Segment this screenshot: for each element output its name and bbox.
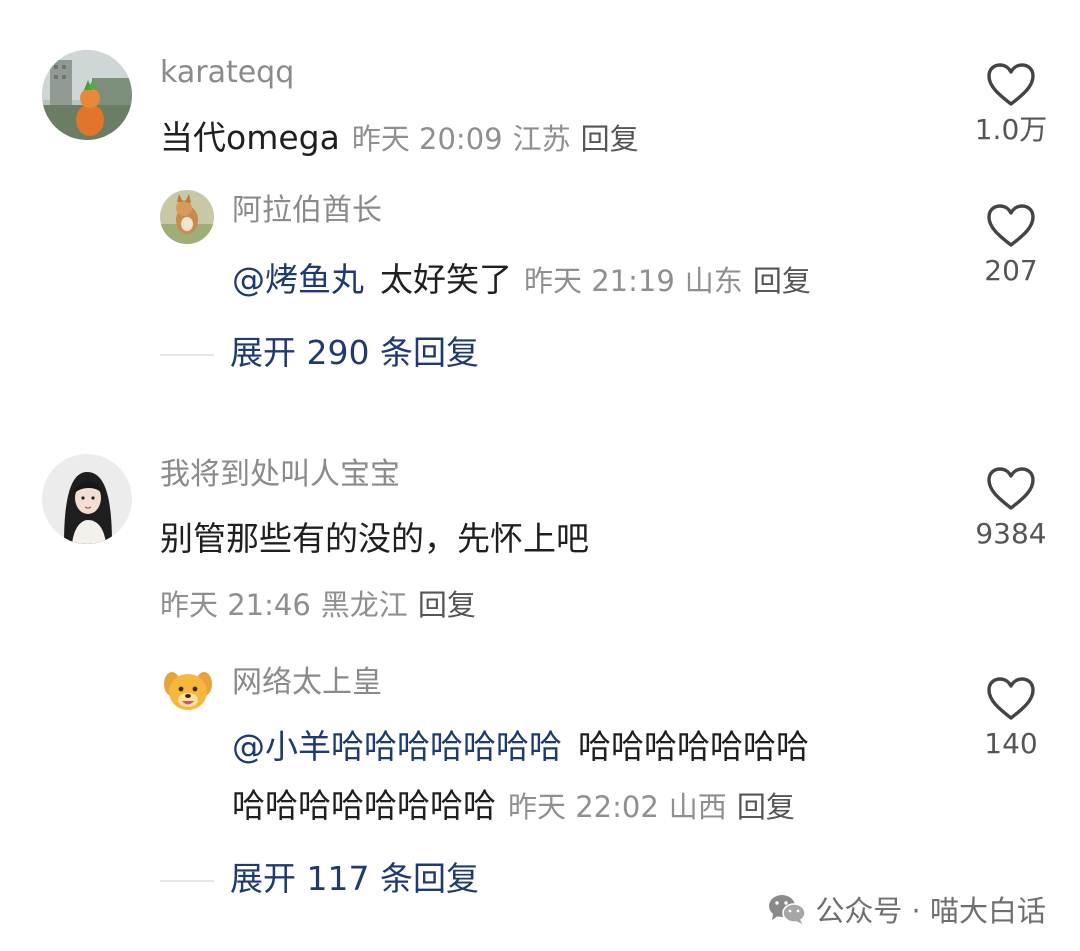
like-count: 207 xyxy=(984,254,1038,287)
reply-time: 昨天 22:02 xyxy=(508,790,659,824)
username[interactable]: karateqq xyxy=(160,58,294,88)
comment-text: 当代omega xyxy=(160,118,340,157)
comment-text: 别管那些有的没的，先怀上吧 xyxy=(160,519,589,558)
avatar-image xyxy=(160,190,214,244)
reply-button[interactable]: 回复 xyxy=(581,116,639,158)
username[interactable]: 阿拉伯酋长 xyxy=(232,196,382,226)
comment-location: 黑龙江 xyxy=(320,588,408,622)
reply-body-line2: 哈哈哈哈哈哈哈哈 昨天 22:02 山西 回复 xyxy=(232,784,795,826)
reply-button[interactable]: 回复 xyxy=(737,784,795,826)
like-button[interactable]: 140 xyxy=(956,676,1066,758)
mention-link[interactable]: @烤鱼丸 xyxy=(232,263,364,296)
watermark-text: 公众号 · 喵大白话 xyxy=(815,894,1046,928)
heart-outline-icon xyxy=(987,467,1035,510)
username[interactable]: 网络太上皇 xyxy=(232,668,382,698)
avatar-image xyxy=(42,454,132,544)
avatar-image xyxy=(160,662,216,718)
reply-body-line1: @小羊哈哈哈哈哈哈哈 哈哈哈哈哈哈哈 xyxy=(232,730,809,763)
reply-text-line2: 哈哈哈哈哈哈哈哈 xyxy=(232,786,496,825)
comment-meta: 昨天 21:46 黑龙江 回复 xyxy=(160,582,476,624)
like-count: 140 xyxy=(984,727,1038,760)
mention-link[interactable]: @小羊哈哈哈哈哈哈哈 xyxy=(232,730,562,763)
comment-body: 当代omega 昨天 20:09 江苏 回复 xyxy=(160,116,639,158)
heart-outline-icon xyxy=(987,63,1035,106)
heart-outline-icon xyxy=(987,204,1035,247)
avatar[interactable] xyxy=(160,662,216,718)
comment-time: 昨天 20:09 xyxy=(351,122,503,156)
watermark: 公众号 · 喵大白话 xyxy=(767,888,1046,930)
comment-time: 昨天 21:46 xyxy=(160,588,311,622)
reply-button[interactable]: 回复 xyxy=(753,258,811,300)
expand-divider xyxy=(160,354,214,356)
comment-location: 江苏 xyxy=(512,122,571,156)
like-count: 9384 xyxy=(975,517,1047,550)
heart-outline-icon xyxy=(987,677,1035,720)
avatar-image xyxy=(42,50,132,140)
expand-replies-button[interactable]: 展开 290 条回复 xyxy=(230,336,479,369)
reply-location: 山西 xyxy=(668,790,727,824)
reply-body: @烤鱼丸 太好笑了 昨天 21:19 山东 回复 xyxy=(232,258,811,300)
reply-location: 山东 xyxy=(684,264,743,298)
like-count: 1.0万 xyxy=(974,113,1048,146)
reply-button[interactable]: 回复 xyxy=(418,582,476,624)
expand-replies-button[interactable]: 展开 117 条回复 xyxy=(230,862,479,895)
username[interactable]: 我将到处叫人宝宝 xyxy=(160,460,400,490)
avatar[interactable] xyxy=(42,454,132,544)
avatar[interactable] xyxy=(160,190,214,244)
like-button[interactable]: 9384 xyxy=(956,466,1066,548)
like-button[interactable]: 207 xyxy=(956,203,1066,285)
expand-divider xyxy=(160,880,214,882)
reply-text-line1: 哈哈哈哈哈哈哈 xyxy=(578,727,809,766)
reply-text: 太好笑了 xyxy=(380,260,512,299)
like-button[interactable]: 1.0万 xyxy=(956,62,1066,144)
reply-time: 昨天 21:19 xyxy=(524,264,675,298)
wechat-icon xyxy=(769,895,807,924)
avatar[interactable] xyxy=(42,50,132,140)
